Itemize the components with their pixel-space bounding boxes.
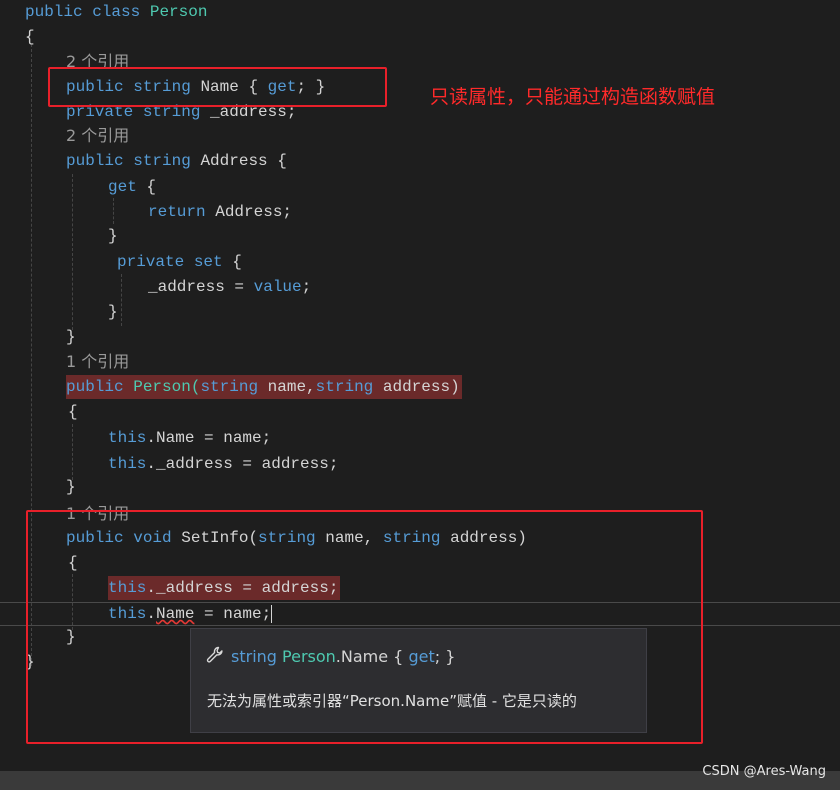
watermark: CSDN @Ares-Wang (702, 764, 826, 779)
keyword: public (66, 378, 124, 396)
tooltip-member: .Name { (335, 647, 409, 666)
tooltip-error-message: 无法为属性或索引器“Person.Name”赋值 - 它是只读的 (207, 692, 577, 710)
type-keyword: string (133, 152, 191, 170)
assignment: .Name = name; (146, 429, 272, 447)
brace: } (108, 303, 118, 321)
set-keyword: set (193, 253, 223, 271)
code-line-ctor-assign-name[interactable]: this.Name = name; (108, 426, 271, 450)
return-expression: Address; (215, 203, 293, 221)
code-line-address-property[interactable]: public string Address { (66, 149, 287, 173)
get-keyword: get (108, 178, 137, 196)
code-line-ctor-assign-address[interactable]: this._address = address; (108, 452, 338, 476)
indent-guide (72, 174, 73, 330)
code-line-ctor-open[interactable]: { (68, 400, 78, 424)
brace: { (146, 178, 157, 196)
codelens-reference-count[interactable]: 2 个引用 (66, 124, 129, 148)
code-line-setter-body[interactable]: _address = value; (148, 275, 311, 299)
code-line-getter-close[interactable]: } (108, 224, 118, 248)
code-line-constructor[interactable]: public Person(string name,string address… (66, 375, 462, 399)
code-line-ctor-close[interactable]: } (66, 475, 76, 499)
brace: } (66, 478, 76, 496)
codelens-label: 1 个引用 (66, 352, 130, 371)
annotation-box-name-property (48, 67, 387, 107)
brace: { (232, 253, 242, 271)
code-line-setter-close[interactable]: } (108, 300, 118, 324)
return-keyword: return (148, 203, 206, 221)
code-line-class-decl[interactable]: public class Person (25, 0, 207, 24)
tooltip-signature: string Person.Name { get; } (205, 645, 455, 669)
indent-guide (72, 424, 73, 480)
keyword: private (117, 253, 185, 271)
code-line-getter[interactable]: get { (108, 175, 156, 199)
assignment: ._address = address; (146, 455, 339, 473)
parameter: name, (258, 378, 316, 396)
indent-guide (113, 198, 114, 224)
brace: } (66, 328, 76, 346)
tooltip-end: ; } (434, 647, 456, 666)
type-keyword: string (200, 378, 259, 396)
this-keyword: this (108, 429, 147, 447)
annotation-readonly-note: 只读属性，只能通过构造函数赋值 (430, 86, 716, 108)
semicolon: ; (301, 278, 312, 296)
wrench-icon (205, 645, 225, 669)
property-name: Address { (200, 152, 287, 170)
brace: { (68, 403, 78, 421)
constructor-name: Person( (133, 378, 201, 396)
assignment: _address = (148, 278, 254, 296)
indent-guide (121, 274, 122, 326)
codelens-reference-count[interactable]: 1 个引用 (66, 350, 129, 374)
keyword: public (25, 3, 83, 21)
type-keyword: string (315, 378, 374, 396)
codelens-label: 2 个引用 (66, 126, 130, 145)
keyword: class (92, 3, 141, 21)
tooltip-class: Person (282, 647, 336, 666)
code-line-brace[interactable]: { (25, 25, 35, 49)
class-name: Person (149, 3, 208, 21)
brace: } (108, 227, 118, 245)
parameter: address) (373, 378, 460, 396)
error-tooltip: string Person.Name { get; } 无法为属性或索引器“Pe… (190, 628, 647, 733)
code-line-getter-return[interactable]: return Address; (148, 200, 292, 224)
tooltip-get: get (408, 647, 435, 666)
tooltip-type: string (231, 647, 277, 666)
this-keyword: this (108, 455, 147, 473)
keyword: public (66, 152, 124, 170)
code-line-setter[interactable]: private set { (117, 250, 242, 274)
value-keyword: value (253, 278, 302, 296)
brace: { (25, 28, 35, 46)
code-line-prop-close[interactable]: } (66, 325, 76, 349)
